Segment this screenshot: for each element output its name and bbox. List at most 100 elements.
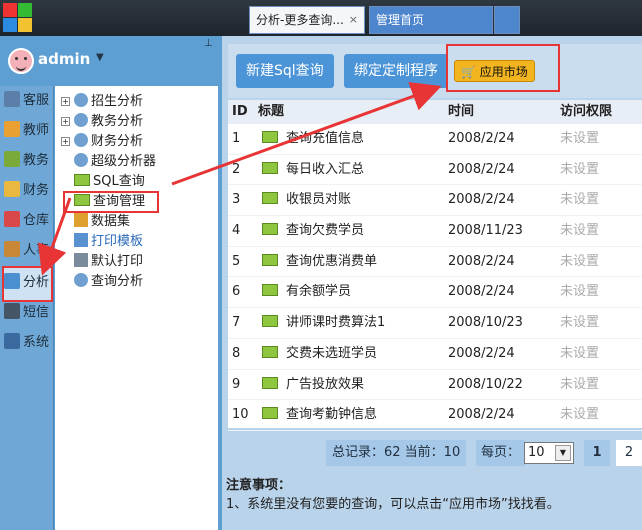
nav-item-sms[interactable]: 短信 <box>4 302 49 324</box>
tree-item-default-print[interactable]: 默认打印 <box>74 252 143 272</box>
cell-permission: 未设置 <box>560 253 600 269</box>
pin-icon[interactable]: ⊥ <box>204 38 213 49</box>
cell-time: 2008/11/23 <box>448 223 523 239</box>
tab-analysis-more-queries[interactable]: 分析-更多查询... × <box>249 6 365 34</box>
sql-icon <box>262 407 278 420</box>
tree-item-dataset[interactable]: 数据集 <box>74 212 130 232</box>
cell-title[interactable]: 查询优惠消费单 <box>286 254 377 269</box>
nav-item-teacher[interactable]: 教师 <box>4 120 49 142</box>
selection-highlight <box>63 191 159 213</box>
main-panel: 新建Sql查询 绑定定制程序 🛒 应用市场 ID 标题 时间 访问权限 1 查询充值信息… <box>222 36 642 530</box>
page-button-1[interactable]: 1 <box>584 440 610 466</box>
app-logo-icon[interactable] <box>2 2 34 34</box>
nav-item-warehouse[interactable]: 仓库 <box>4 210 49 232</box>
close-icon[interactable]: × <box>349 7 358 33</box>
page-button-2[interactable]: 2 <box>616 440 642 466</box>
nav-item-finance[interactable]: 财务 <box>4 180 49 202</box>
tree-item-sql-query[interactable]: SQL查询 <box>74 172 145 192</box>
per-page-label: 每页： <box>476 440 526 466</box>
table-row[interactable]: 9 广告投放效果 2008/10/22 未设置 <box>228 370 642 401</box>
cell-id: 3 <box>232 192 241 208</box>
magnifier-icon <box>74 133 88 147</box>
table-row[interactable]: 6 有余额学员 2008/2/24 未设置 <box>228 277 642 309</box>
cell-id: 2 <box>232 161 241 177</box>
cell-time: 2008/2/24 <box>448 161 515 177</box>
app-market-button[interactable]: 🛒 应用市场 <box>454 60 535 82</box>
xml-icon <box>74 213 88 227</box>
cell-title[interactable]: 查询充值信息 <box>286 131 364 146</box>
sql-icon <box>262 315 278 328</box>
column-header-permission[interactable]: 访问权限 <box>560 100 640 124</box>
top-bar: 分析-更多查询... × 管理首页 <box>0 0 642 36</box>
cell-permission: 未设置 <box>560 315 600 331</box>
notes: 注意事项： 1、系统里没有您要的查询，可以点击“应用市场”找找看。 <box>226 474 640 512</box>
cell-permission: 未设置 <box>560 284 600 300</box>
table-header: ID 标题 时间 访问权限 <box>228 100 642 124</box>
cell-time: 2008/2/24 <box>448 345 515 361</box>
tree-item-query-analysis[interactable]: 查询分析 <box>74 272 143 292</box>
tab-empty[interactable] <box>494 6 520 34</box>
tree-item-academic[interactable]: + 教务分析 <box>61 112 143 132</box>
cell-id: 4 <box>232 223 241 239</box>
cell-title[interactable]: 收银员对账 <box>286 192 351 207</box>
username[interactable]: admin <box>38 50 90 68</box>
column-header-title[interactable]: 标题 <box>258 100 448 124</box>
cell-title[interactable]: 讲师课时费算法1 <box>286 315 385 330</box>
tree-item-super-analyzer[interactable]: 超级分析器 <box>74 152 156 172</box>
new-sql-query-button[interactable]: 新建Sql查询 <box>236 54 334 88</box>
expand-icon[interactable]: + <box>61 137 70 146</box>
chevron-down-icon: ▼ <box>555 445 571 461</box>
nav-item-academic[interactable]: 教务 <box>4 150 49 172</box>
column-header-id[interactable]: ID <box>228 100 258 124</box>
cell-title[interactable]: 有余额学员 <box>286 284 351 299</box>
cell-id: 6 <box>232 284 241 300</box>
cell-title[interactable]: 交费未选班学员 <box>286 346 377 361</box>
nav-item-service[interactable]: 客服 <box>4 90 49 112</box>
expand-icon[interactable]: + <box>61 117 70 126</box>
query-table: ID 标题 时间 访问权限 1 查询充值信息 2008/2/24 未设置 2 每日收入汇总 200… <box>228 100 642 431</box>
tree-item-print-template[interactable]: 打印模板 <box>74 232 143 252</box>
tree-item-finance[interactable]: + 财务分析 <box>61 132 143 152</box>
cell-time: 2008/10/23 <box>448 315 523 331</box>
nav-item-analysis[interactable]: 分析 <box>4 272 49 294</box>
table-row[interactable]: 4 查询欠费学员 2008/11/23 未设置 <box>228 216 642 247</box>
sql-icon <box>74 174 90 186</box>
toolbar: 新建Sql查询 绑定定制程序 🛒 应用市场 <box>228 44 642 98</box>
cell-id: 8 <box>232 345 241 361</box>
nav-item-system[interactable]: 系统 <box>4 332 49 354</box>
bind-custom-program-button[interactable]: 绑定定制程序 <box>344 54 448 88</box>
cell-permission: 未设置 <box>560 345 600 361</box>
tab-admin-home[interactable]: 管理首页 <box>369 6 493 34</box>
cell-title[interactable]: 查询欠费学员 <box>286 223 364 238</box>
cell-id: 5 <box>232 253 241 269</box>
system-icon <box>4 333 20 349</box>
cell-time: 2008/2/24 <box>448 192 515 208</box>
table-row[interactable]: 7 讲师课时费算法1 2008/10/23 未设置 <box>228 308 642 339</box>
avatar[interactable] <box>8 48 34 74</box>
notes-line: 1、系统里没有您要的查询，可以点击“应用市场”找找看。 <box>226 497 560 512</box>
cell-permission: 未设置 <box>560 376 600 392</box>
tree-item-enrollment[interactable]: + 招生分析 <box>61 92 143 112</box>
cell-time: 2008/2/24 <box>448 284 515 300</box>
table-row[interactable]: 2 每日收入汇总 2008/2/24 未设置 <box>228 155 642 186</box>
column-header-time[interactable]: 时间 <box>448 100 560 124</box>
cell-title[interactable]: 每日收入汇总 <box>286 162 364 177</box>
expand-icon[interactable]: + <box>61 97 70 106</box>
record-summary: 总记录：62 当前：10 <box>326 440 467 466</box>
cell-id: 9 <box>232 376 241 392</box>
table-row[interactable]: 3 收银员对账 2008/2/24 未设置 <box>228 185 642 217</box>
cell-permission: 未设置 <box>560 161 600 177</box>
nav-item-hr[interactable]: 人事 <box>4 240 49 262</box>
table-row[interactable]: 5 查询优惠消费单 2008/2/24 未设置 <box>228 247 642 278</box>
chevron-down-icon[interactable]: ▼ <box>96 52 104 63</box>
category-sidebar: 客服 教师 教务 财务 仓库 人事 分析 短信 系统 <box>0 86 54 530</box>
table-row[interactable]: 1 查询充值信息 2008/2/24 未设置 <box>228 124 642 155</box>
notes-title: 注意事项： <box>226 478 292 493</box>
cell-permission: 未设置 <box>560 131 600 146</box>
table-row[interactable]: 10 查询考勤钟信息 2008/2/24 未设置 <box>228 400 642 431</box>
cell-id: 10 <box>232 407 249 423</box>
cell-title[interactable]: 广告投放效果 <box>286 377 364 392</box>
cell-title[interactable]: 查询考勤钟信息 <box>286 407 377 422</box>
per-page-select[interactable]: 10 ▼ <box>524 442 574 464</box>
table-row[interactable]: 8 交费未选班学员 2008/2/24 未设置 <box>228 339 642 370</box>
